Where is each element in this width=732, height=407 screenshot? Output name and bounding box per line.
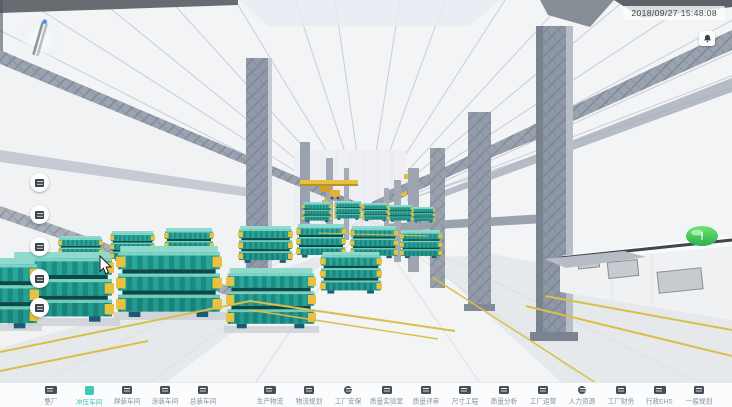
toolbar-item-assembly-shop[interactable]: 总装车间 — [184, 383, 222, 407]
die-stack[interactable] — [302, 202, 332, 222]
die-stack[interactable] — [334, 201, 362, 220]
quality-lab-icon — [382, 386, 392, 394]
toolbar-item-logistics-planning[interactable]: 物流规划 — [289, 383, 328, 407]
toolbar-item-welding-shop[interactable]: 焊装车间 — [108, 383, 146, 407]
toolbar-item-human-resources[interactable]: 人力资源 — [562, 383, 601, 407]
navigation-gizmo[interactable] — [13, 13, 67, 67]
toolbar-item-production-logistics[interactable]: 生产物流 — [250, 383, 289, 407]
die-stack[interactable] — [400, 230, 442, 258]
machine-hotspot-button[interactable] — [30, 237, 49, 256]
press-machine-icon — [35, 211, 44, 219]
machine-hotspot-button[interactable] — [30, 298, 49, 317]
welding-shop-icon — [122, 386, 132, 394]
press-machine-icon — [35, 179, 44, 187]
alert-marker[interactable]: ! — [686, 226, 718, 246]
timestamp: 2018/09/27 15:48:08 — [623, 6, 725, 20]
press-machine-icon — [35, 243, 44, 251]
digital-factory-app: ! 2018/09/27 15:48:08 整厂 冲压车间 焊装车间 — [0, 0, 732, 407]
security-camera-icon — [344, 386, 352, 394]
document-icon — [694, 386, 704, 394]
factory-3d-viewport[interactable]: ! — [0, 0, 732, 383]
die-stack[interactable] — [362, 203, 389, 221]
die-stack[interactable] — [388, 205, 413, 222]
person-icon — [578, 386, 586, 394]
truck-icon — [264, 386, 276, 394]
toolbar-item-quality-lab[interactable]: 质量实验室 — [367, 383, 406, 407]
bottom-toolbar: 整厂 冲压车间 焊装车间 涂装车间 总装车间 生产物流 物流规划 — [0, 382, 732, 407]
assembly-shop-icon — [198, 386, 208, 394]
toolbar-item-dimensional-engineering[interactable]: 尺寸工程 — [445, 383, 484, 407]
press-machine-icon — [35, 275, 44, 283]
die-stack[interactable] — [238, 226, 293, 263]
toolbar-item-admin-ehs[interactable]: 行政EHS — [640, 383, 679, 407]
building-icon — [654, 386, 666, 394]
logistics-plan-icon — [304, 386, 314, 394]
die-stack[interactable] — [116, 246, 222, 317]
toolbar-item-whole-plant[interactable]: 整厂 — [32, 383, 70, 407]
machine-hotspot-button[interactable] — [30, 205, 49, 224]
press-machine-icon — [35, 304, 44, 312]
workshop-nav-group: 整厂 冲压车间 焊装车间 涂装车间 总装车间 — [32, 383, 222, 407]
operations-chart-icon — [538, 386, 548, 394]
bell-icon — [702, 33, 713, 44]
factory-icon — [45, 386, 57, 394]
toolbar-item-painting-shop[interactable]: 涂装车间 — [146, 383, 184, 407]
svg-text:!: ! — [700, 231, 704, 243]
toolbar-item-general-planning[interactable]: 一般规划 — [679, 383, 718, 407]
toolbar-item-quality-review[interactable]: 质量评审 — [406, 383, 445, 407]
toolbar-item-factory-security[interactable]: 工厂安保 — [328, 383, 367, 407]
toolbar-item-factory-operations[interactable]: 工厂运营 — [523, 383, 562, 407]
toolbar-item-quality-analysis[interactable]: 质量分析 — [484, 383, 523, 407]
machine-hotspot-button[interactable] — [30, 269, 49, 288]
notification-button[interactable] — [699, 31, 715, 46]
module-nav-group: 生产物流 物流规划 工厂安保 质量实验室 质量评审 尺寸工程 质量分析 工厂运 — [250, 383, 718, 407]
die-stack[interactable] — [412, 207, 435, 222]
die-stack[interactable] — [0, 258, 39, 328]
briefcase-icon — [616, 386, 626, 394]
ruler-icon — [459, 386, 471, 394]
die-stack[interactable] — [320, 252, 382, 294]
quality-review-icon — [421, 386, 431, 394]
toolbar-item-factory-finance[interactable]: 工厂财务 — [601, 383, 640, 407]
stamping-shop-icon — [85, 386, 94, 395]
toolbar-item-stamping-shop[interactable]: 冲压车间 — [70, 383, 108, 407]
machine-hotspot-button[interactable] — [30, 173, 49, 192]
die-stack[interactable] — [226, 268, 316, 328]
painting-shop-icon — [160, 386, 170, 394]
quality-analysis-icon — [499, 386, 509, 394]
skylight-band — [240, 0, 500, 26]
